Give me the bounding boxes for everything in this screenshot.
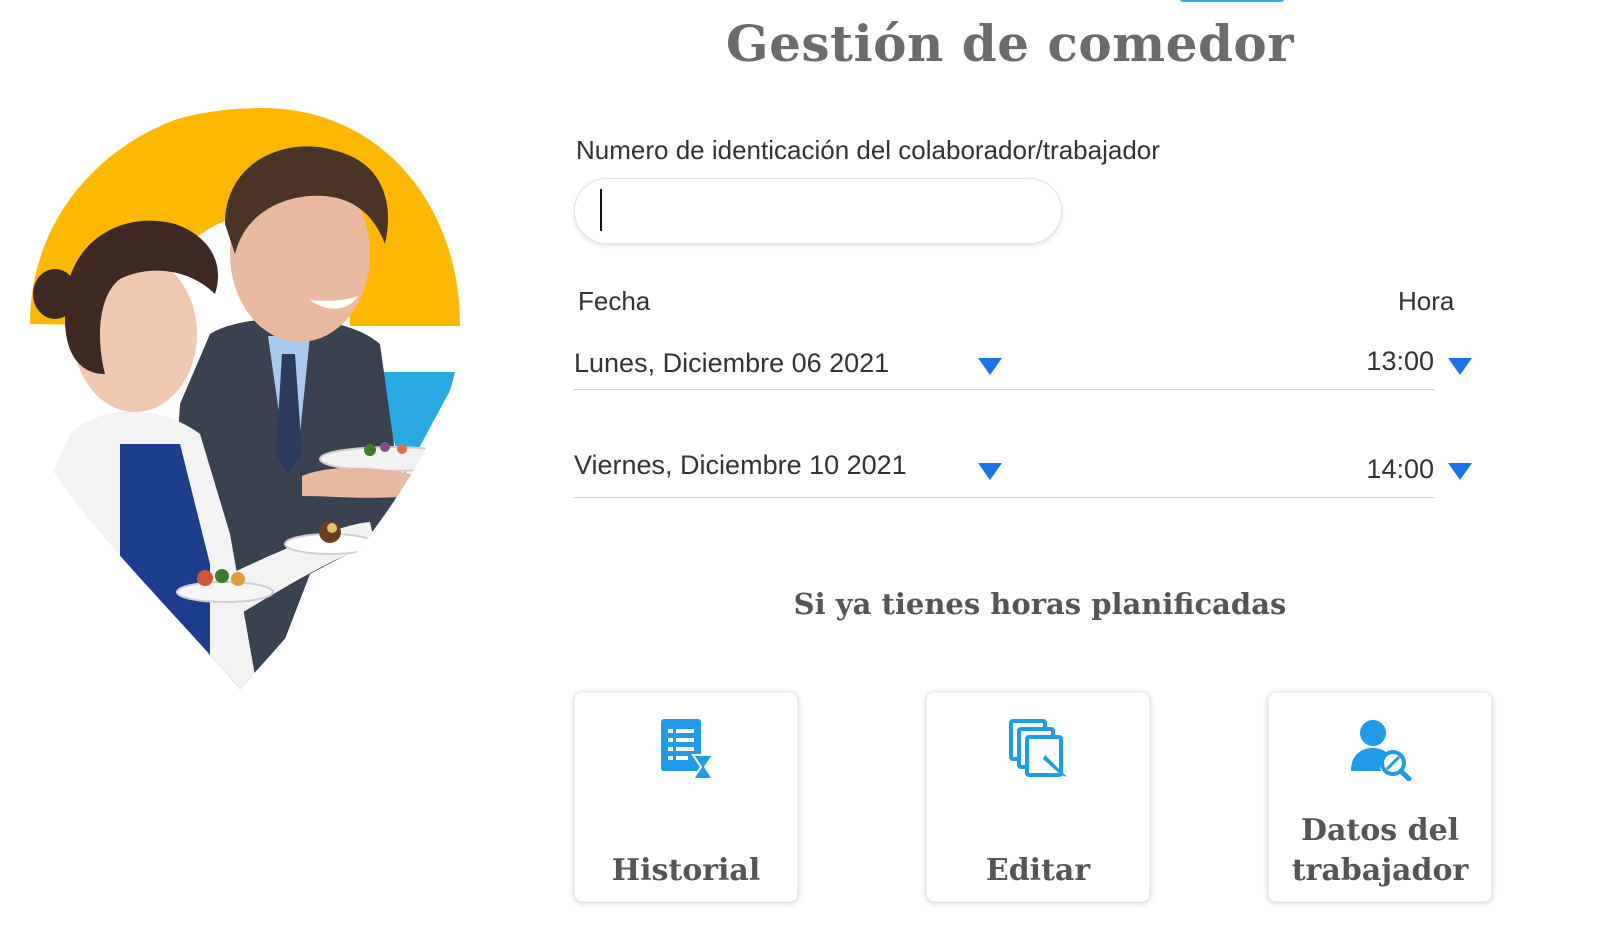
user-search-icon [1351,720,1412,781]
start-time-value[interactable]: 13:00 [1366,346,1434,377]
edit-button-label: Editar [985,853,1091,888]
start-time-dropdown-icon[interactable] [1448,358,1472,375]
time-column-label: Hora [1398,286,1455,316]
edit-pages-icon [1009,719,1067,777]
page-title: Gestión de comedor [725,14,1295,73]
date-column-label: Fecha [578,286,651,316]
history-button[interactable]: Historial [574,692,798,902]
edit-button[interactable]: Editar [926,692,1150,902]
end-date-dropdown-icon[interactable] [978,463,1002,480]
start-row-underline [574,389,1434,390]
top-accent-bar [1180,0,1284,2]
history-button-label: Historial [611,853,761,888]
date-row-start: Lunes, Diciembre 06 2021 13:00 [574,330,1472,390]
end-date-value[interactable]: Viernes, Diciembre 10 2021 [574,450,907,481]
planned-hours-heading: Si ya tienes horas planificadas [793,587,1287,621]
end-row-underline [574,497,1434,498]
hero-illustration [13,108,461,689]
history-list-icon [661,719,715,780]
start-date-value[interactable]: Lunes, Diciembre 06 2021 [574,348,889,379]
start-date-dropdown-icon[interactable] [978,358,1002,375]
worker-data-button-label: Datos del trabajador [1291,813,1469,888]
end-time-dropdown-icon[interactable] [1448,463,1472,480]
worker-data-button[interactable]: Datos del trabajador [1268,692,1492,902]
employee-id-input[interactable] [574,178,1062,244]
date-row-end: Viernes, Diciembre 10 2021 14:00 [574,438,1472,498]
end-time-value[interactable]: 14:00 [1366,454,1434,485]
employee-id-label: Numero de identicación del colaborador/t… [576,135,1160,165]
text-cursor [600,189,602,231]
